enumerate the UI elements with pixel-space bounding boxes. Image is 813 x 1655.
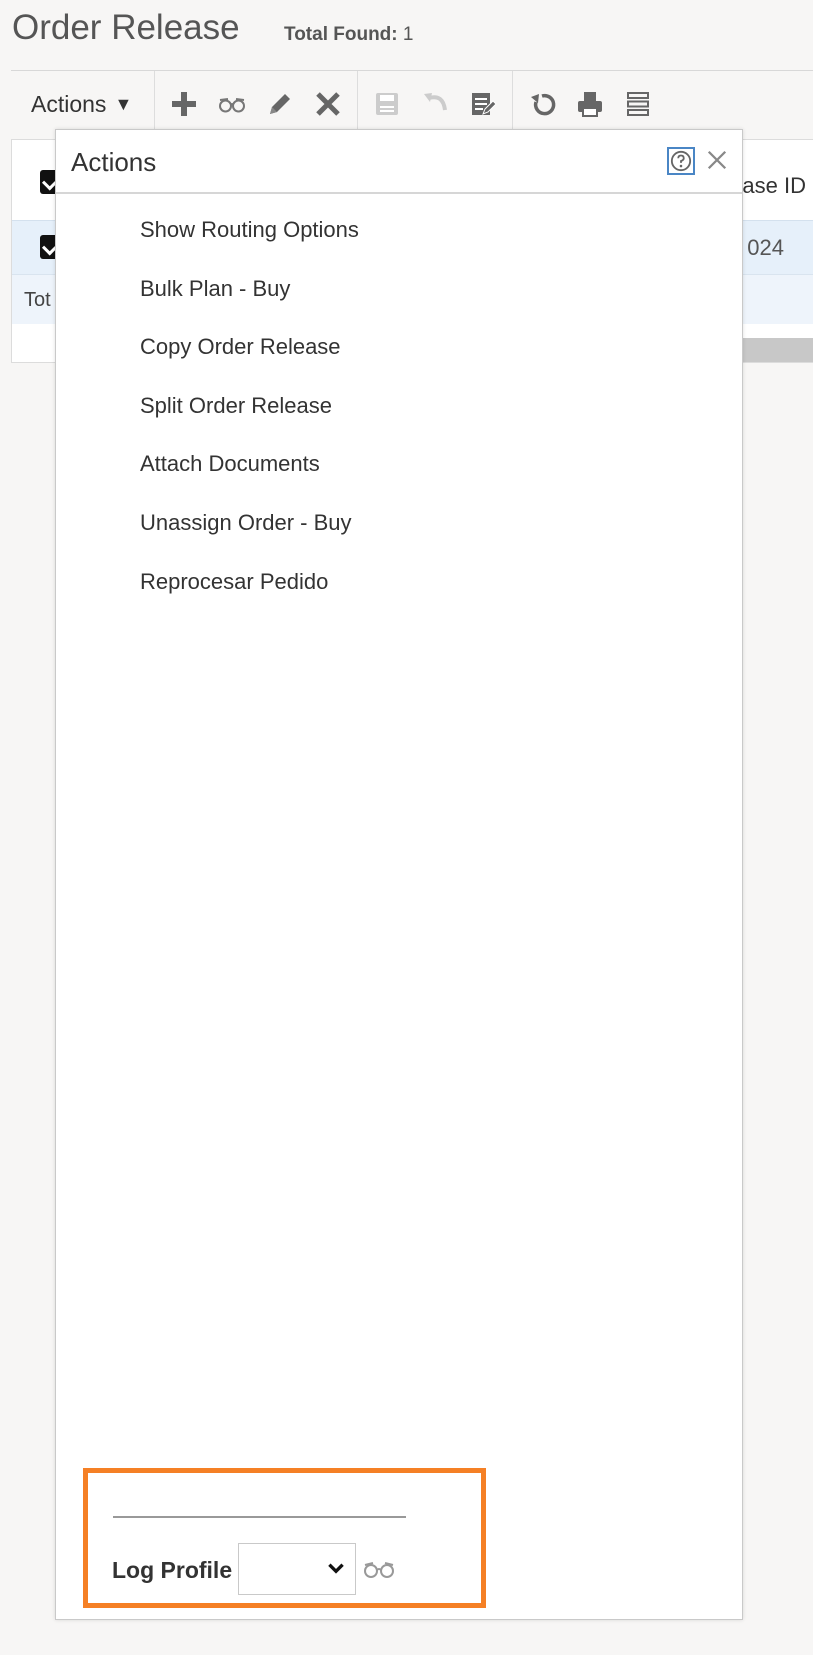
- undo-icon[interactable]: [420, 89, 450, 119]
- grid-total-label: Tot: [24, 289, 51, 311]
- refresh-icon[interactable]: [527, 89, 557, 119]
- page-title: Order Release: [12, 8, 240, 47]
- chevron-down-icon: [325, 1557, 347, 1584]
- actions-panel-header: Actions: [56, 130, 742, 194]
- close-icon[interactable]: [703, 144, 731, 176]
- actions-menu-list: Show Routing Options Bulk Plan - Buy Cop…: [140, 210, 359, 620]
- menu-item-reprocesar-pedido[interactable]: Reprocesar Pedido: [140, 562, 359, 621]
- log-profile-select[interactable]: [238, 1543, 356, 1595]
- actions-menu-button[interactable]: Actions ▼: [11, 71, 156, 137]
- menu-item-show-routing-options[interactable]: Show Routing Options: [140, 210, 359, 269]
- toolbar-group-record: [155, 71, 359, 137]
- list-view-icon[interactable]: [623, 89, 653, 119]
- toolbar: Actions ▼: [11, 70, 813, 137]
- actions-panel-title: Actions: [71, 147, 157, 177]
- actions-button-label: Actions: [31, 90, 107, 117]
- toolbar-group-view: [513, 71, 667, 137]
- pencil-icon[interactable]: [265, 89, 295, 119]
- print-icon[interactable]: [575, 89, 605, 119]
- menu-item-bulk-plan-buy[interactable]: Bulk Plan - Buy: [140, 269, 359, 328]
- glasses-icon[interactable]: [217, 89, 247, 119]
- menu-item-split-order-release[interactable]: Split Order Release: [140, 386, 359, 445]
- total-found-value: 1: [402, 24, 414, 45]
- log-profile-label: Log Profile: [112, 1557, 233, 1583]
- menu-item-attach-documents[interactable]: Attach Documents: [140, 444, 359, 503]
- total-found: Total Found: 1: [284, 24, 413, 46]
- help-icon[interactable]: [667, 147, 695, 175]
- caret-down-icon: ▼: [114, 93, 133, 114]
- edit-document-icon[interactable]: [468, 89, 498, 119]
- log-profile-highlight: Log Profile: [83, 1468, 486, 1608]
- toolbar-group-save: [358, 71, 514, 137]
- divider: [113, 1516, 406, 1518]
- delete-icon[interactable]: [313, 89, 343, 119]
- column-header-release-id[interactable]: ase ID: [742, 173, 806, 199]
- row-release-id[interactable]: 024: [747, 235, 784, 261]
- total-found-label: Total Found:: [284, 24, 398, 45]
- save-icon[interactable]: [372, 89, 402, 119]
- menu-item-unassign-order-buy[interactable]: Unassign Order - Buy: [140, 503, 359, 562]
- menu-item-copy-order-release[interactable]: Copy Order Release: [140, 327, 359, 386]
- actions-panel: Actions Show Routing Options Bulk Plan -…: [55, 129, 743, 1620]
- glasses-icon[interactable]: [363, 1557, 395, 1586]
- plus-icon[interactable]: [169, 89, 199, 119]
